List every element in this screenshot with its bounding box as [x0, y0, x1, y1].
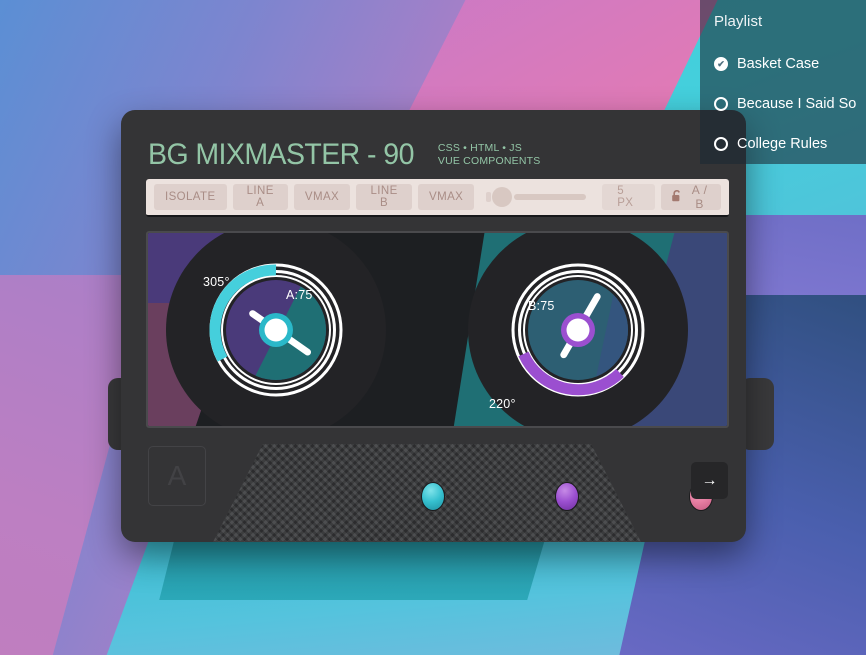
- playlist-item-college-rules[interactable]: College Rules: [700, 124, 866, 164]
- playlist-panel: Playlist Basket Case Because I Said So C…: [700, 0, 866, 164]
- cassette-header: BG MIXMASTER - 90 CSS • HTML • JS VUE CO…: [121, 110, 746, 170]
- subtitle-line-2: VUE COMPONENTS: [437, 154, 541, 167]
- toolbar-button-line-b[interactable]: LINE B: [356, 184, 413, 210]
- radio-checked-icon[interactable]: [714, 57, 728, 71]
- playlist-item-label: Basket Case: [737, 56, 820, 72]
- playlist-item-basket-case[interactable]: Basket Case: [700, 44, 866, 84]
- subtitle-line-1: CSS • HTML • JS: [437, 141, 522, 154]
- cassette-body: BG MIXMASTER - 90 CSS • HTML • JS VUE CO…: [121, 110, 746, 542]
- deck-label-button-a[interactable]: A: [148, 446, 206, 506]
- toolbar: ISOLATE LINE A VMAX LINE B VMAX 5 PX A /…: [146, 179, 729, 217]
- slider-start-marker: [486, 192, 492, 202]
- next-track-button[interactable]: →: [691, 462, 728, 499]
- cassette-subtitle: CSS • HTML • JS VUE COMPONENTS: [438, 142, 541, 170]
- slider-track[interactable]: [514, 194, 587, 200]
- slider-knob[interactable]: [492, 187, 513, 207]
- playlist-item-label: College Rules: [737, 136, 828, 152]
- cassette-bottom: A →: [121, 434, 746, 542]
- gauge-b[interactable]: B:75: [502, 254, 654, 406]
- playlist-item-because-i-said-so[interactable]: Because I Said So: [700, 84, 866, 124]
- ab-lock-button[interactable]: A / B: [661, 183, 722, 211]
- cassette-widget: BG MIXMASTER - 90 CSS • HTML • JS VUE CO…: [108, 110, 774, 542]
- unlock-icon: [671, 189, 683, 205]
- radio-unchecked-icon[interactable]: [714, 137, 728, 151]
- visualizer-screen: A:75 305° B:75 220°: [146, 231, 729, 428]
- ab-lock-label: A / B: [691, 183, 708, 211]
- knob-purple[interactable]: [555, 482, 579, 511]
- playlist-title: Playlist: [714, 13, 763, 30]
- toolbar-button-vmax-a[interactable]: VMAX: [293, 184, 351, 210]
- radio-unchecked-icon[interactable]: [714, 97, 728, 111]
- slider-value-label: 5 PX: [602, 184, 656, 210]
- thickness-slider[interactable]: [486, 184, 587, 210]
- gauge-a[interactable]: A:75: [200, 254, 352, 406]
- page-title: BG MIXMASTER - 90: [148, 138, 414, 171]
- toolbar-button-vmax-b[interactable]: VMAX: [418, 184, 475, 210]
- knob-cyan[interactable]: [421, 482, 445, 511]
- toolbar-button-isolate[interactable]: ISOLATE: [154, 184, 227, 210]
- toolbar-button-line-a[interactable]: LINE A: [232, 184, 288, 210]
- playlist-item-label: Because I Said So: [737, 96, 857, 112]
- arrow-right-icon: →: [701, 471, 718, 489]
- playlist-items: Basket Case Because I Said So College Ru…: [700, 44, 866, 164]
